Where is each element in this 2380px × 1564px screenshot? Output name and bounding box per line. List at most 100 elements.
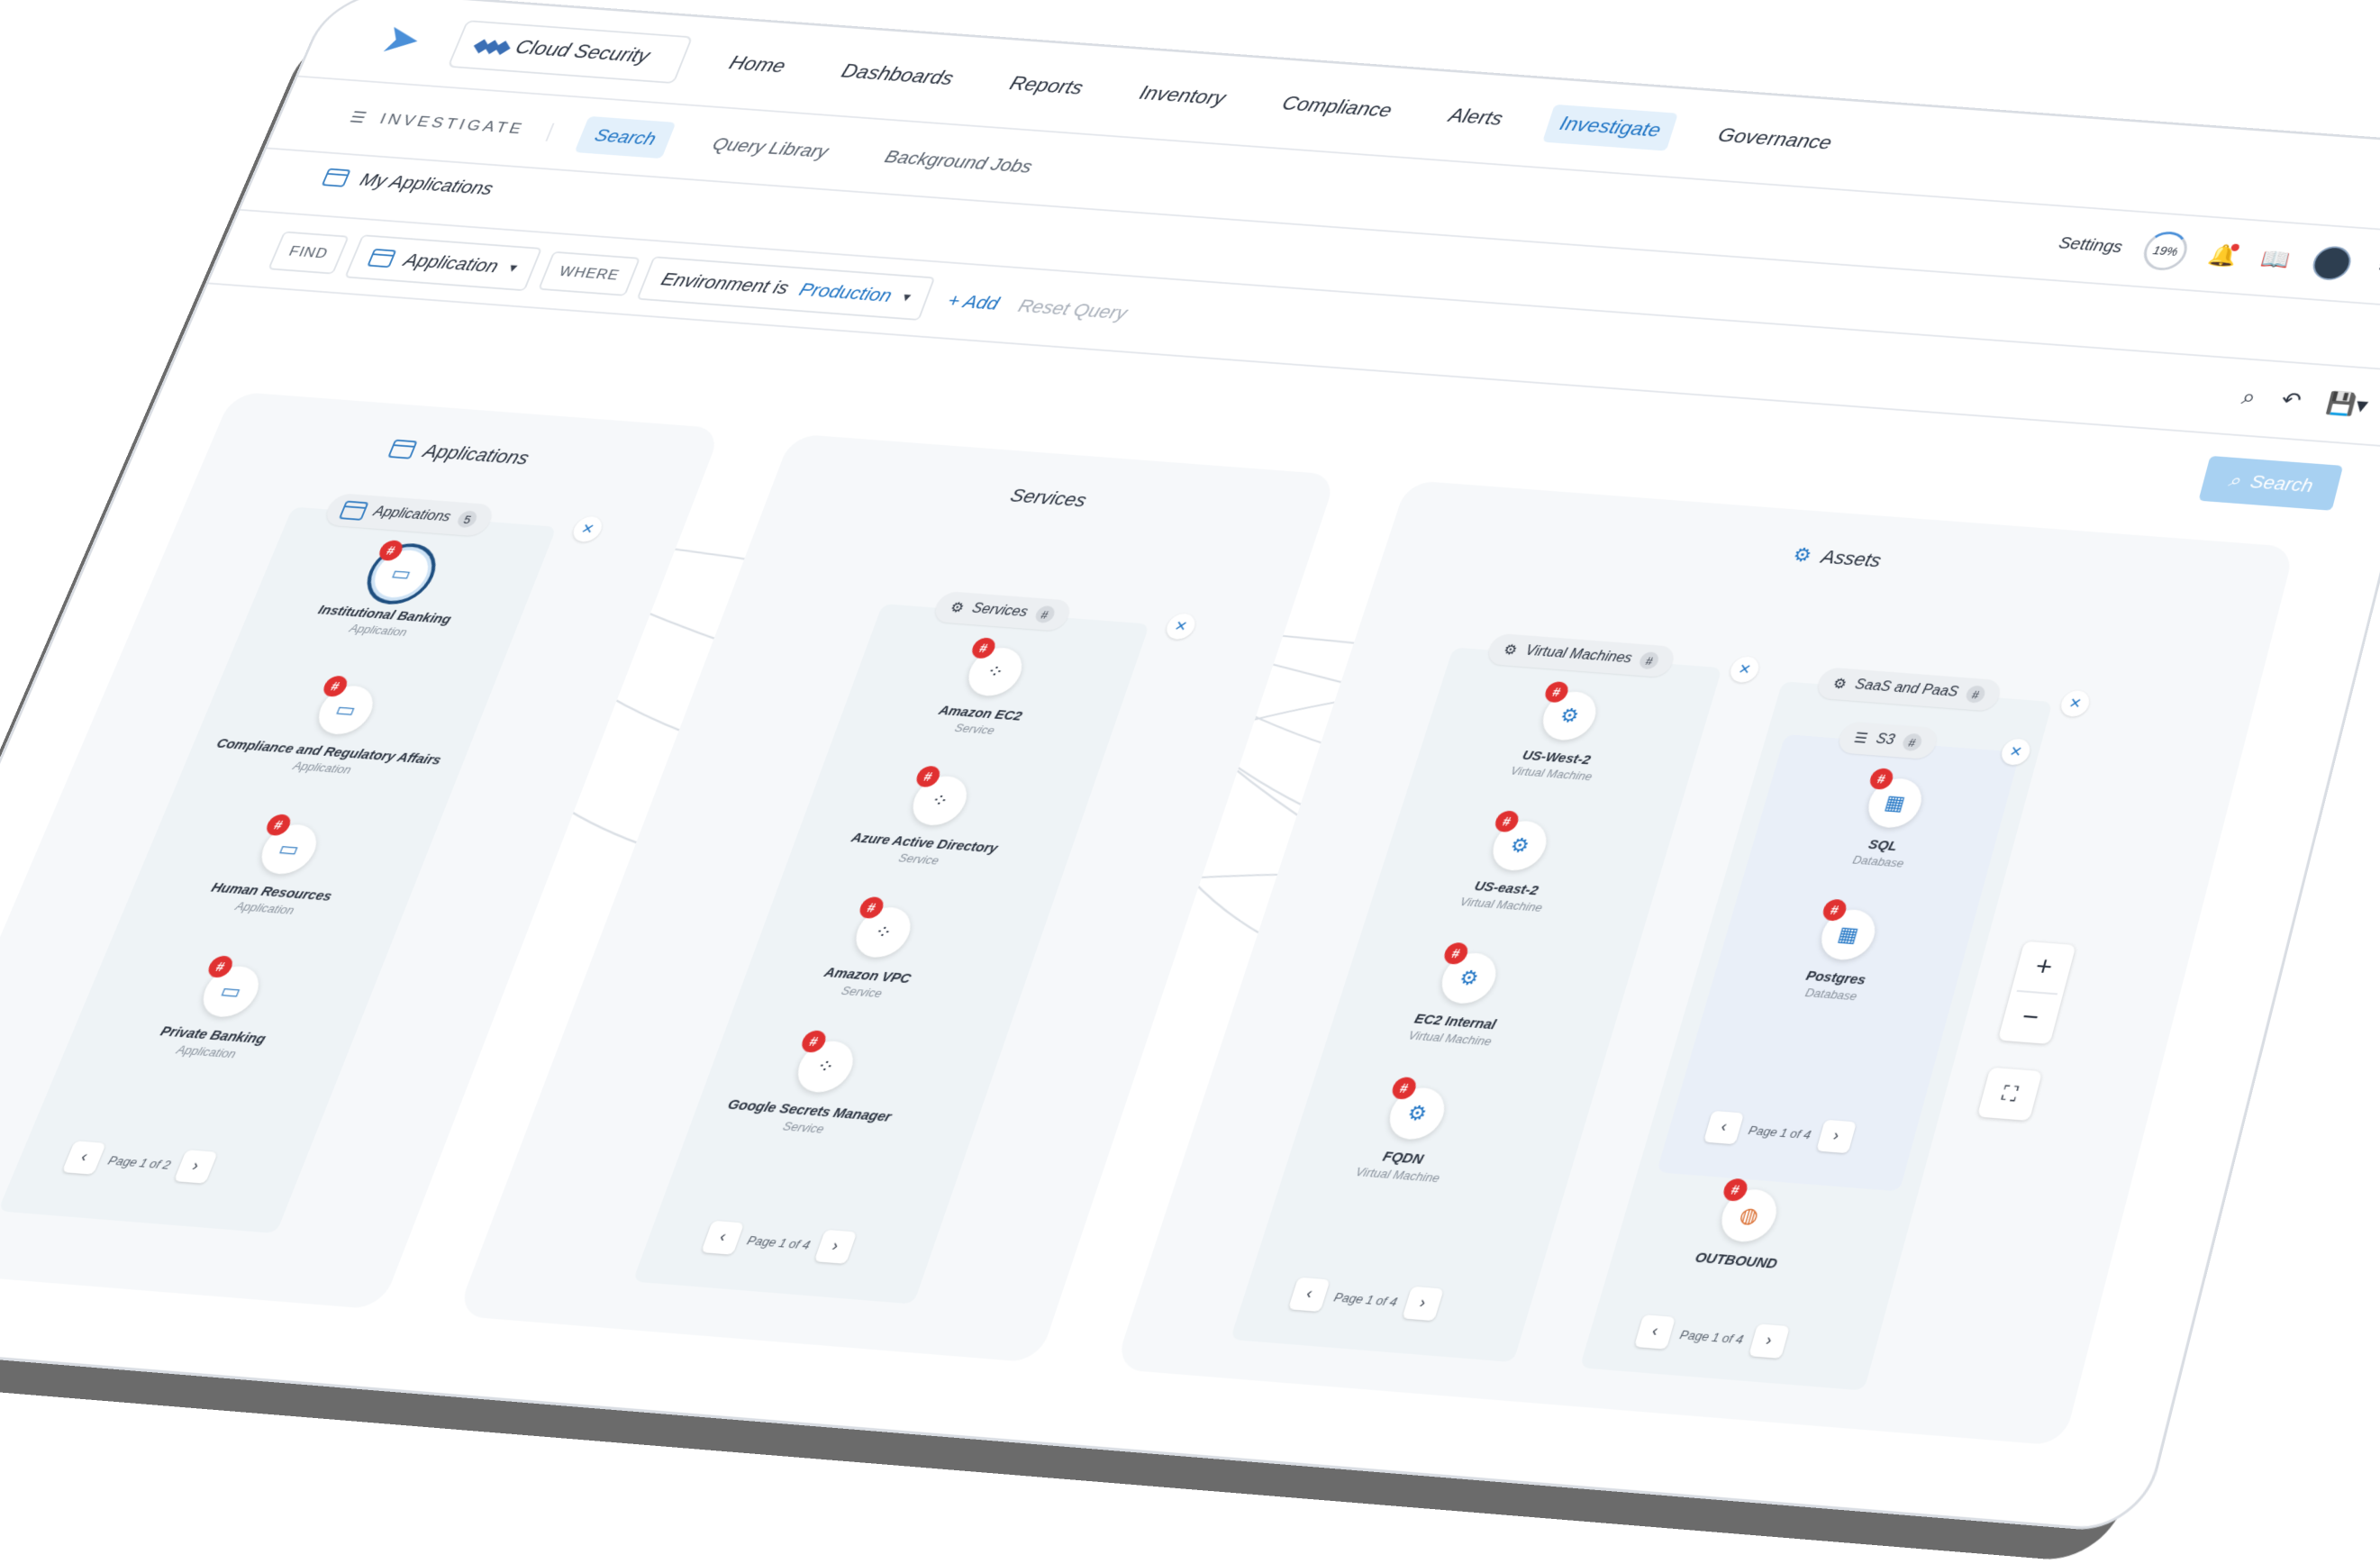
investigate-section: ☰ INVESTIGATE — [346, 107, 555, 141]
assets-column-title: ⚙ Assets — [1389, 514, 2286, 603]
nav-compliance[interactable]: Compliance — [1264, 84, 1409, 131]
graph-canvas[interactable]: Applications Applications 5 ✕ ▭ # Institu… — [0, 364, 2346, 1497]
avatar[interactable] — [2309, 245, 2355, 282]
services-icon: ⚙ — [948, 600, 967, 616]
chip-icon: ⚙ # — [1383, 1076, 1451, 1141]
find-value: Application — [400, 249, 503, 277]
where-condition[interactable]: Environment is Production ▾ — [636, 256, 936, 321]
footprints-icon: ⁘ # — [790, 1029, 861, 1095]
page-header: My Applications — [321, 167, 496, 200]
footprints-icon: ⁘ # — [849, 896, 918, 959]
assets-title: Assets — [1819, 545, 1885, 572]
chip-icon: ⚙ # — [1536, 680, 1603, 742]
database-icon: ☰ — [1852, 731, 1870, 747]
assets-icon: ⚙ — [1790, 543, 1815, 567]
pager-label: Page 1 of 4 — [1747, 1123, 1813, 1141]
nav-home[interactable]: Home — [711, 43, 804, 86]
app-node-institutional-banking[interactable]: ▭ # Institutional Banking Application — [260, 539, 526, 645]
chevron-down-icon: ▾ — [900, 290, 913, 305]
brand-logo-icon: ◆◆◆ — [469, 33, 511, 58]
add-label: Add — [960, 291, 1003, 314]
nav-dashboards[interactable]: Dashboards — [823, 52, 972, 99]
book-icon[interactable]: 📖 — [2257, 244, 2294, 274]
applications-group-label: Applications — [371, 505, 453, 525]
pager-label: Page 1 of 4 — [1332, 1289, 1400, 1309]
services-group-label: Services — [969, 601, 1031, 620]
progress-ring[interactable]: 19% — [2139, 230, 2192, 272]
application-window-icon — [338, 500, 369, 521]
application-window-icon: ▭ # — [311, 675, 381, 737]
application-window-icon: ▭ # — [367, 539, 436, 600]
services-title: Services — [1007, 484, 1090, 512]
chip-icon[interactable]: ⚙ — [2369, 252, 2380, 282]
application-window-icon: ▭ # — [253, 814, 324, 877]
search-icon[interactable]: ⌕ — [2239, 384, 2258, 411]
service-node-google-secrets[interactable]: ⁘ # Google Secrets Manager Service — [681, 1029, 954, 1143]
vm-node-us-east-2[interactable]: ⚙ # US-east-2 Virtual Machine — [1381, 810, 1646, 920]
app-node-private-banking[interactable]: ▭ # Private Banking Application — [85, 955, 359, 1068]
brand-switcher[interactable]: ◆◆◆ Cloud Security — [447, 19, 694, 84]
query-tools: ⌕ ↶ 💾▾ — [2239, 384, 2371, 419]
tab-background-jobs[interactable]: Background Jobs — [865, 138, 1051, 186]
nav-inventory[interactable]: Inventory — [1122, 74, 1243, 119]
nav-alerts[interactable]: Alerts — [1431, 96, 1521, 140]
find-label: FIND — [268, 231, 350, 275]
globe-icon: ◍ # — [1715, 1178, 1783, 1244]
condition-value: Production — [795, 278, 895, 306]
saas-group-count: # — [1964, 685, 1987, 704]
bell-icon[interactable]: 🔔 — [2205, 241, 2242, 270]
service-node-amazon-vpc[interactable]: ⁘ # Amazon VPC Service — [740, 896, 1011, 1008]
search-button[interactable]: ⌕ Search — [2198, 455, 2344, 511]
applications-column-title: Applications — [210, 424, 709, 483]
collapse-icon[interactable]: ✕ — [2058, 689, 2093, 718]
saas-group-label: SaaS and PaaS — [1853, 677, 1960, 700]
nav-investigate[interactable]: Investigate — [1541, 104, 1678, 151]
brand-name: Cloud Security — [512, 36, 653, 68]
footprints-icon: ⁘ # — [961, 637, 1030, 698]
reset-query-button[interactable]: Reset Query — [1015, 296, 1130, 324]
save-icon[interactable]: 💾▾ — [2324, 390, 2371, 419]
application-window-icon — [321, 168, 351, 187]
nav-governance[interactable]: Governance — [1701, 116, 1849, 164]
s3-label: S3 — [1874, 732, 1896, 748]
where-label: WHERE — [538, 250, 640, 296]
chip-icon: ⚙ # — [1435, 941, 1503, 1006]
add-condition-button[interactable]: + Add — [936, 289, 1011, 315]
vm-group-label: Virtual Machines — [1523, 643, 1634, 667]
app-node-human-resources[interactable]: ▭ # Human Resources Application — [144, 814, 416, 923]
applications-title: Applications — [420, 440, 533, 469]
service-node-azure-ad[interactable]: ⁘ # Azure Active Directory Service — [799, 765, 1067, 875]
vm-node-ec2-internal[interactable]: ⚙ # EC2 Internal Virtual Machine — [1328, 941, 1595, 1055]
collapse-icon[interactable]: ✕ — [1163, 613, 1199, 641]
app-window: ➤ ◆◆◆ Cloud Security Home Dashboards Rep… — [0, 0, 2380, 1535]
paper-plane-logo-icon[interactable]: ➤ — [376, 16, 432, 62]
collapse-icon[interactable]: ✕ — [1727, 655, 1762, 684]
investigate-section-label: INVESTIGATE — [377, 110, 528, 138]
tab-search[interactable]: Search — [574, 115, 677, 159]
vm-group-count: # — [1638, 650, 1661, 670]
app-node-compliance[interactable]: ▭ # Compliance and Regulatory Affairs App… — [203, 675, 471, 784]
header-tools: Settings 19% 🔔 📖 ⚙ — [2054, 224, 2380, 288]
nav-reports[interactable]: Reports — [992, 64, 1101, 108]
vm-node-fqdn[interactable]: ⚙ # FQDN Virtual Machine — [1275, 1076, 1546, 1191]
services-column-title: Services — [771, 467, 1326, 530]
vm-group-icon: ⚙ — [1501, 642, 1520, 659]
page-title: My Applications — [357, 168, 497, 199]
pager-label: Page 1 of 4 — [745, 1232, 813, 1252]
tab-query-library[interactable]: Query Library — [693, 125, 849, 172]
db-node-sql[interactable]: ▦ # SQL Database — [1758, 768, 2020, 877]
settings-link[interactable]: Settings — [2057, 234, 2124, 258]
find-select[interactable]: Application ▾ — [343, 234, 543, 292]
db-node-postgres[interactable]: ▦ # Postgres Database — [1710, 898, 1975, 1011]
footprints-icon: ⁘ # — [905, 765, 975, 828]
service-node-amazon-ec2[interactable]: ⁘ # Amazon EC2 Service — [856, 637, 1120, 744]
application-window-icon — [366, 248, 397, 268]
undo-icon[interactable]: ↶ — [2278, 386, 2303, 414]
database-grid-icon: ▦ # — [1815, 898, 1882, 962]
s3-count: # — [1900, 732, 1924, 752]
search-button-label: Search — [2248, 470, 2316, 496]
notification-dot — [2230, 243, 2240, 252]
investigate-icon: ☰ — [347, 108, 372, 127]
collapse-icon[interactable]: ✕ — [569, 515, 606, 543]
vm-node-us-west-2[interactable]: ⚙ # US-West-2 Virtual Machine — [1432, 680, 1694, 789]
